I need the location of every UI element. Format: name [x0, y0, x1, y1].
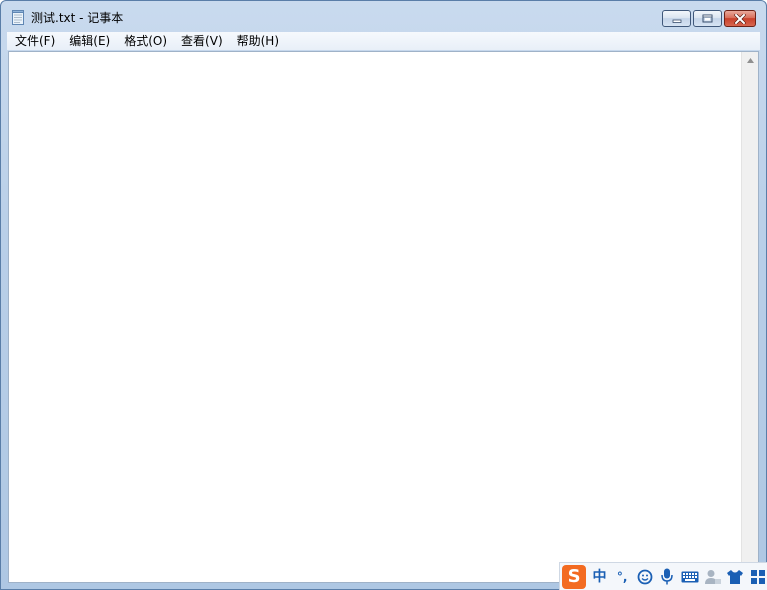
- ime-punctuation-toggle[interactable]: °,: [613, 566, 632, 588]
- ime-mode-toggle[interactable]: 中: [590, 566, 609, 588]
- close-icon: [734, 13, 746, 24]
- maximize-icon: [702, 14, 713, 23]
- menu-view[interactable]: 查看(V): [173, 32, 229, 50]
- toolbox-icon[interactable]: [748, 566, 767, 588]
- ime-toolbar: S 中 °,: [559, 562, 767, 590]
- maximize-button[interactable]: [693, 10, 722, 27]
- menu-format[interactable]: 格式(O): [116, 32, 173, 50]
- minimize-button[interactable]: [662, 10, 691, 27]
- window-title: 测试.txt - 记事本: [31, 11, 124, 25]
- scroll-up-arrow-icon: [746, 58, 754, 63]
- scroll-up-button[interactable]: [742, 52, 758, 69]
- close-button[interactable]: [724, 10, 756, 27]
- minimize-icon: [672, 19, 681, 23]
- skin-icon[interactable]: [726, 566, 745, 588]
- title-bar[interactable]: 测试.txt - 记事本: [1, 1, 766, 31]
- microphone-icon[interactable]: [658, 566, 677, 588]
- keyboard-icon[interactable]: [681, 566, 700, 588]
- ime-logo[interactable]: S: [562, 564, 587, 589]
- user-icon[interactable]: [703, 566, 722, 588]
- emoji-icon[interactable]: [635, 566, 654, 588]
- menu-help[interactable]: 帮助(H): [229, 32, 285, 50]
- menu-edit[interactable]: 编辑(E): [61, 32, 116, 50]
- notepad-icon: [12, 10, 24, 25]
- caption-buttons: [662, 10, 756, 28]
- notepad-window: 测试.txt - 记事本 文件(F) 编辑(E) 格式(O) 查看(V) 帮助(…: [0, 0, 767, 590]
- vertical-scrollbar[interactable]: [741, 52, 758, 582]
- menu-bar: 文件(F) 编辑(E) 格式(O) 查看(V) 帮助(H): [7, 32, 760, 50]
- text-editor[interactable]: [9, 52, 740, 582]
- menu-file[interactable]: 文件(F): [7, 32, 61, 50]
- editor-area: [8, 51, 759, 583]
